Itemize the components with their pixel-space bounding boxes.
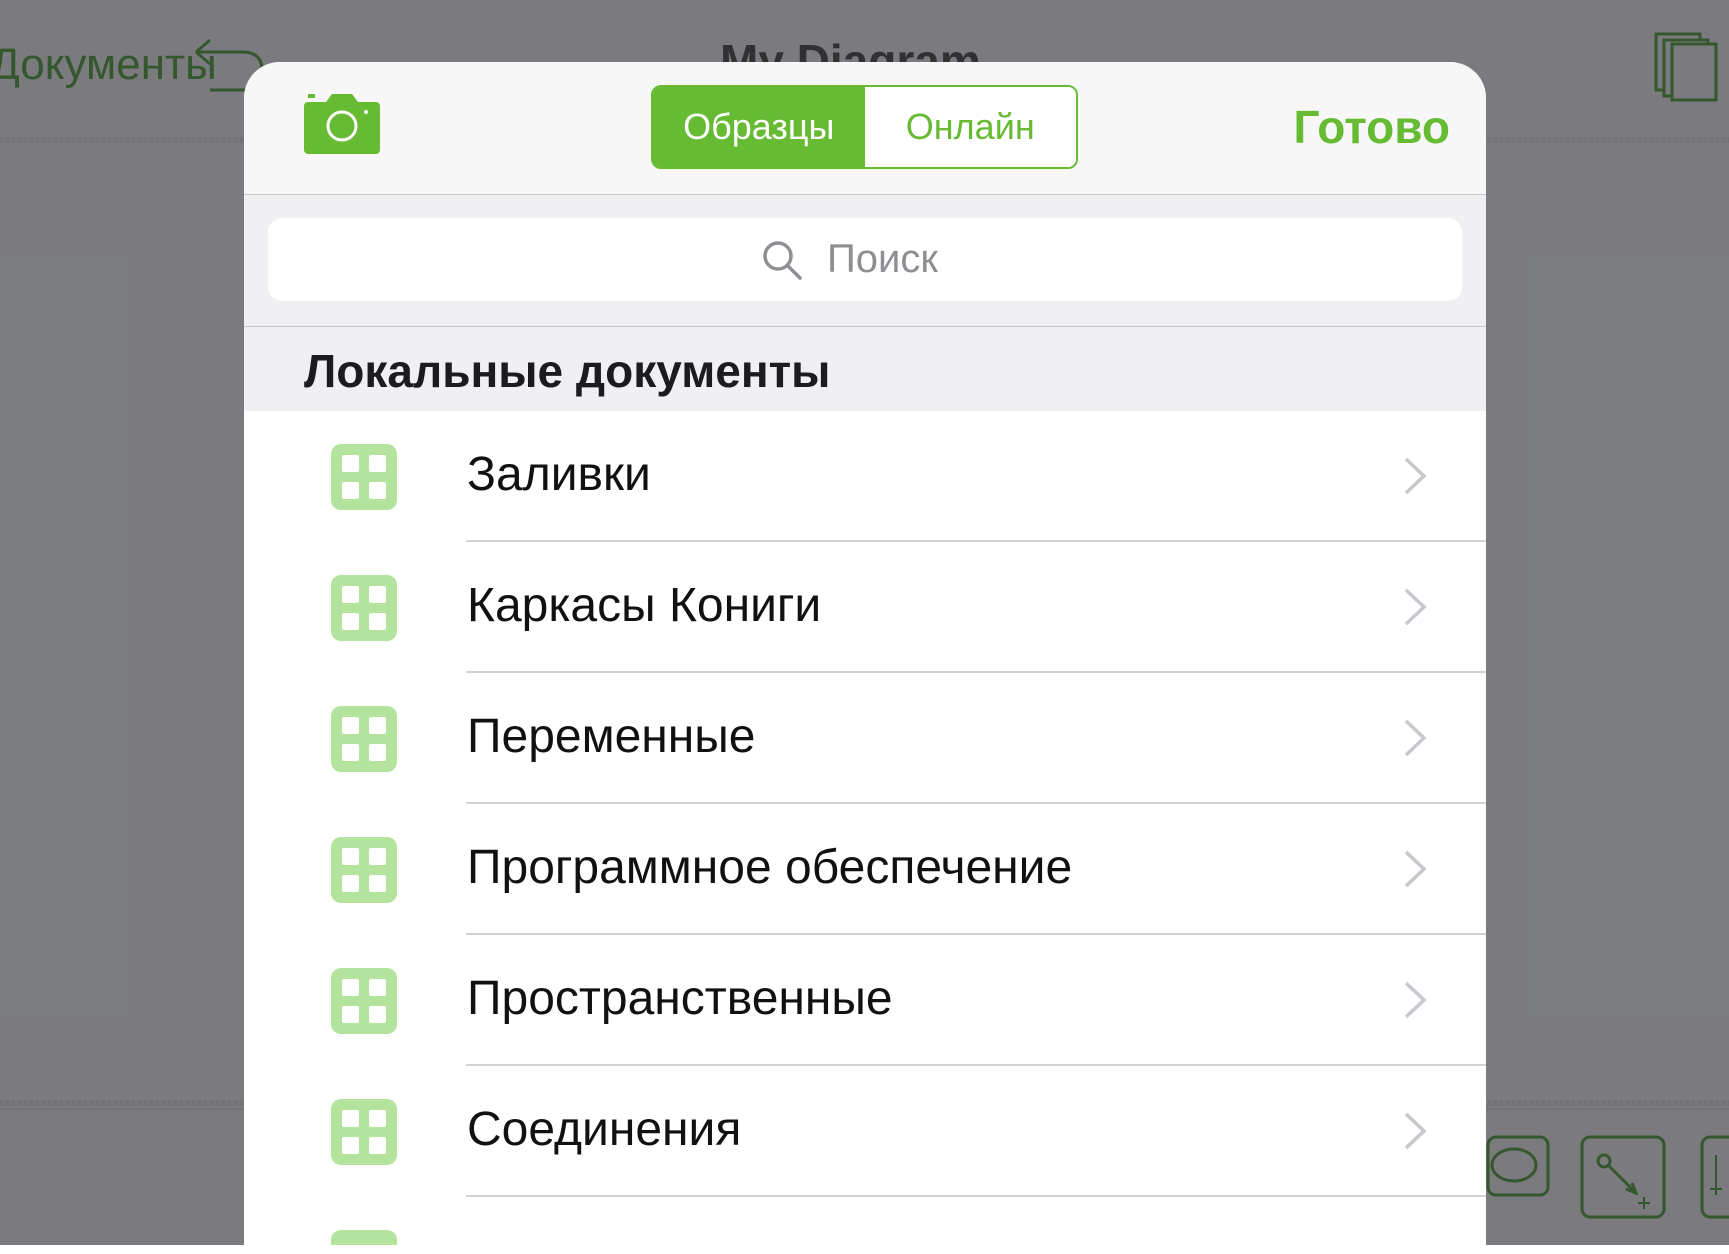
list-item[interactable]: Соединения: [244, 1066, 1486, 1197]
popover-nav-bar: Образцы Онлайн Готово: [244, 62, 1486, 195]
stencil-folder-icon: [331, 706, 397, 772]
templates-popover: Образцы Онлайн Готово Локальные документ…: [244, 62, 1486, 1245]
list-item-label: Соединения: [467, 1103, 742, 1156]
stencil-folder-icon: [331, 968, 397, 1034]
list-item-label: Каркасы Кониги: [467, 579, 822, 632]
list-item-label: Пространственные: [467, 972, 893, 1025]
search-icon: [763, 240, 802, 280]
chevron-right-icon: [1404, 457, 1427, 495]
camera-icon[interactable]: [304, 92, 380, 154]
chevron-right-icon: [1404, 981, 1427, 1019]
template-folder-list: Заливки Каркасы Кониги Переменные Програ…: [244, 411, 1486, 1245]
stencil-folder-icon: [331, 1230, 397, 1245]
search-input[interactable]: [825, 236, 969, 283]
chevron-right-icon: [1404, 719, 1427, 757]
chevron-right-icon: [1404, 850, 1427, 888]
stencil-folder-icon: [331, 444, 397, 510]
chevron-right-icon: [1404, 588, 1427, 626]
list-item[interactable]: Каркасы Кониги: [244, 542, 1486, 673]
stencil-folder-icon: [331, 1099, 397, 1165]
list-item-label: Заливки: [467, 448, 651, 501]
section-header: Локальные документы: [244, 327, 1486, 411]
search-bar-container: [244, 195, 1486, 327]
search-field[interactable]: [268, 218, 1462, 301]
section-title: Локальные документы: [304, 345, 831, 397]
segment-online[interactable]: Онлайн: [864, 87, 1076, 167]
list-item[interactable]: Пространственные: [244, 935, 1486, 1066]
stencil-folder-icon: [331, 575, 397, 641]
list-item[interactable]: Переменные: [244, 673, 1486, 804]
segment-samples[interactable]: Образцы: [653, 87, 865, 167]
source-segmented-control: Образцы Онлайн: [651, 85, 1078, 169]
list-item-partial[interactable]: [244, 1197, 1486, 1245]
chevron-right-icon: [1404, 1112, 1427, 1150]
list-item-label: Переменные: [467, 710, 756, 763]
list-item-label: Программное обеспечение: [467, 841, 1073, 894]
done-button[interactable]: Готово: [1293, 100, 1450, 154]
list-item[interactable]: Программное обеспечение: [244, 804, 1486, 935]
list-item[interactable]: Заливки: [244, 411, 1486, 542]
stencil-folder-icon: [331, 837, 397, 903]
